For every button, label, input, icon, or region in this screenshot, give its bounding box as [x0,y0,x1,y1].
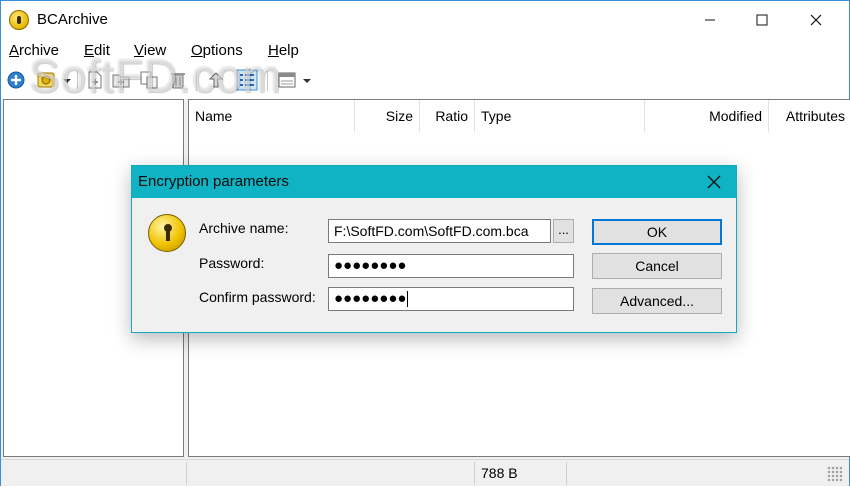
menu-view[interactable]: View [134,42,166,59]
window-title: BCArchive [37,11,108,28]
close-window-button[interactable] [793,1,839,39]
archive-name-input[interactable]: F:\SoftFD.com\SoftFD.com.bca [328,219,551,243]
status-bar: 788 B [1,459,849,486]
menu-bar: Archive Edit View Options Help [1,39,849,63]
menu-archive-accel: A [9,42,20,59]
menu-edit[interactable]: Edit [84,42,110,59]
dialog-title-bar: Encryption parameters [132,166,736,198]
menu-view-label: iew [143,42,167,59]
confirm-password-value: ●●●●●●●● [334,290,407,307]
app-lock-icon [9,10,29,30]
minimize-button[interactable] [687,1,733,39]
menu-options[interactable]: Options [191,42,243,59]
toolbar-separator [196,71,197,91]
column-header-attributes[interactable]: Attributes [769,100,850,132]
close-icon [810,14,822,26]
status-separator [566,462,567,485]
minimize-icon [705,19,715,21]
confirm-password-field[interactable]: ●●●●●●●● [328,287,574,311]
confirm-password-label: Confirm password: [199,289,316,305]
browse-button[interactable]: ... [553,219,574,243]
password-field[interactable]: ●●●●●●●● [328,254,574,278]
password-label: Password: [199,255,265,271]
close-icon [707,175,721,189]
toolbar [1,63,849,99]
menu-view-accel: V [134,42,144,59]
menu-archive-label: rchive [19,42,60,59]
open-archive-icon[interactable] [36,70,56,90]
new-archive-icon[interactable] [6,70,26,90]
dialog-title: Encryption parameters [138,173,289,190]
encryption-dialog: Encryption parameters Archive name: F:\S… [131,165,737,333]
status-separator [474,462,475,485]
add-files-icon[interactable] [85,70,105,90]
maximize-icon [756,14,768,26]
column-header-ratio[interactable]: Ratio [420,100,475,132]
menu-help-accel: H [268,42,279,59]
app-window: BCArchive Archive Edit View Options Help [0,0,850,486]
view-options-icon[interactable] [277,70,297,90]
menu-help-label: elp [278,42,299,59]
menu-help[interactable]: Help [268,42,299,59]
column-header-size[interactable]: Size [355,100,420,132]
menu-archive[interactable]: Archive [9,42,59,59]
dropdown-arrow-icon[interactable] [61,70,73,90]
maximize-button[interactable] [739,1,785,39]
column-header-type[interactable]: Type [475,100,645,132]
title-bar: BCArchive [1,1,849,39]
menu-options-label: ptions [202,42,243,59]
delete-icon[interactable] [168,70,188,90]
add-folder-icon[interactable] [111,70,131,90]
status-total-size: 788 B [481,465,518,481]
archive-name-label: Archive name: [199,220,289,236]
resize-grip[interactable] [827,466,843,482]
menu-options-accel: O [191,42,203,59]
cancel-button[interactable]: Cancel [592,253,722,279]
dialog-close-button[interactable] [692,166,736,198]
details-view-icon[interactable] [236,69,258,91]
extract-icon[interactable] [139,70,159,90]
ok-button[interactable]: OK [592,219,722,245]
dropdown-arrow-icon[interactable] [301,70,313,90]
keyhole-lock-icon [148,214,186,252]
menu-edit-label: dit [94,42,110,59]
text-caret [407,291,409,308]
toolbar-separator [267,71,268,91]
column-header-modified[interactable]: Modified [645,100,769,132]
toolbar-separator [77,71,78,91]
status-separator [186,462,187,485]
menu-edit-accel: E [84,42,95,59]
advanced-button[interactable]: Advanced... [592,288,722,314]
up-folder-icon[interactable] [206,70,226,90]
column-header-name[interactable]: Name [189,100,355,132]
